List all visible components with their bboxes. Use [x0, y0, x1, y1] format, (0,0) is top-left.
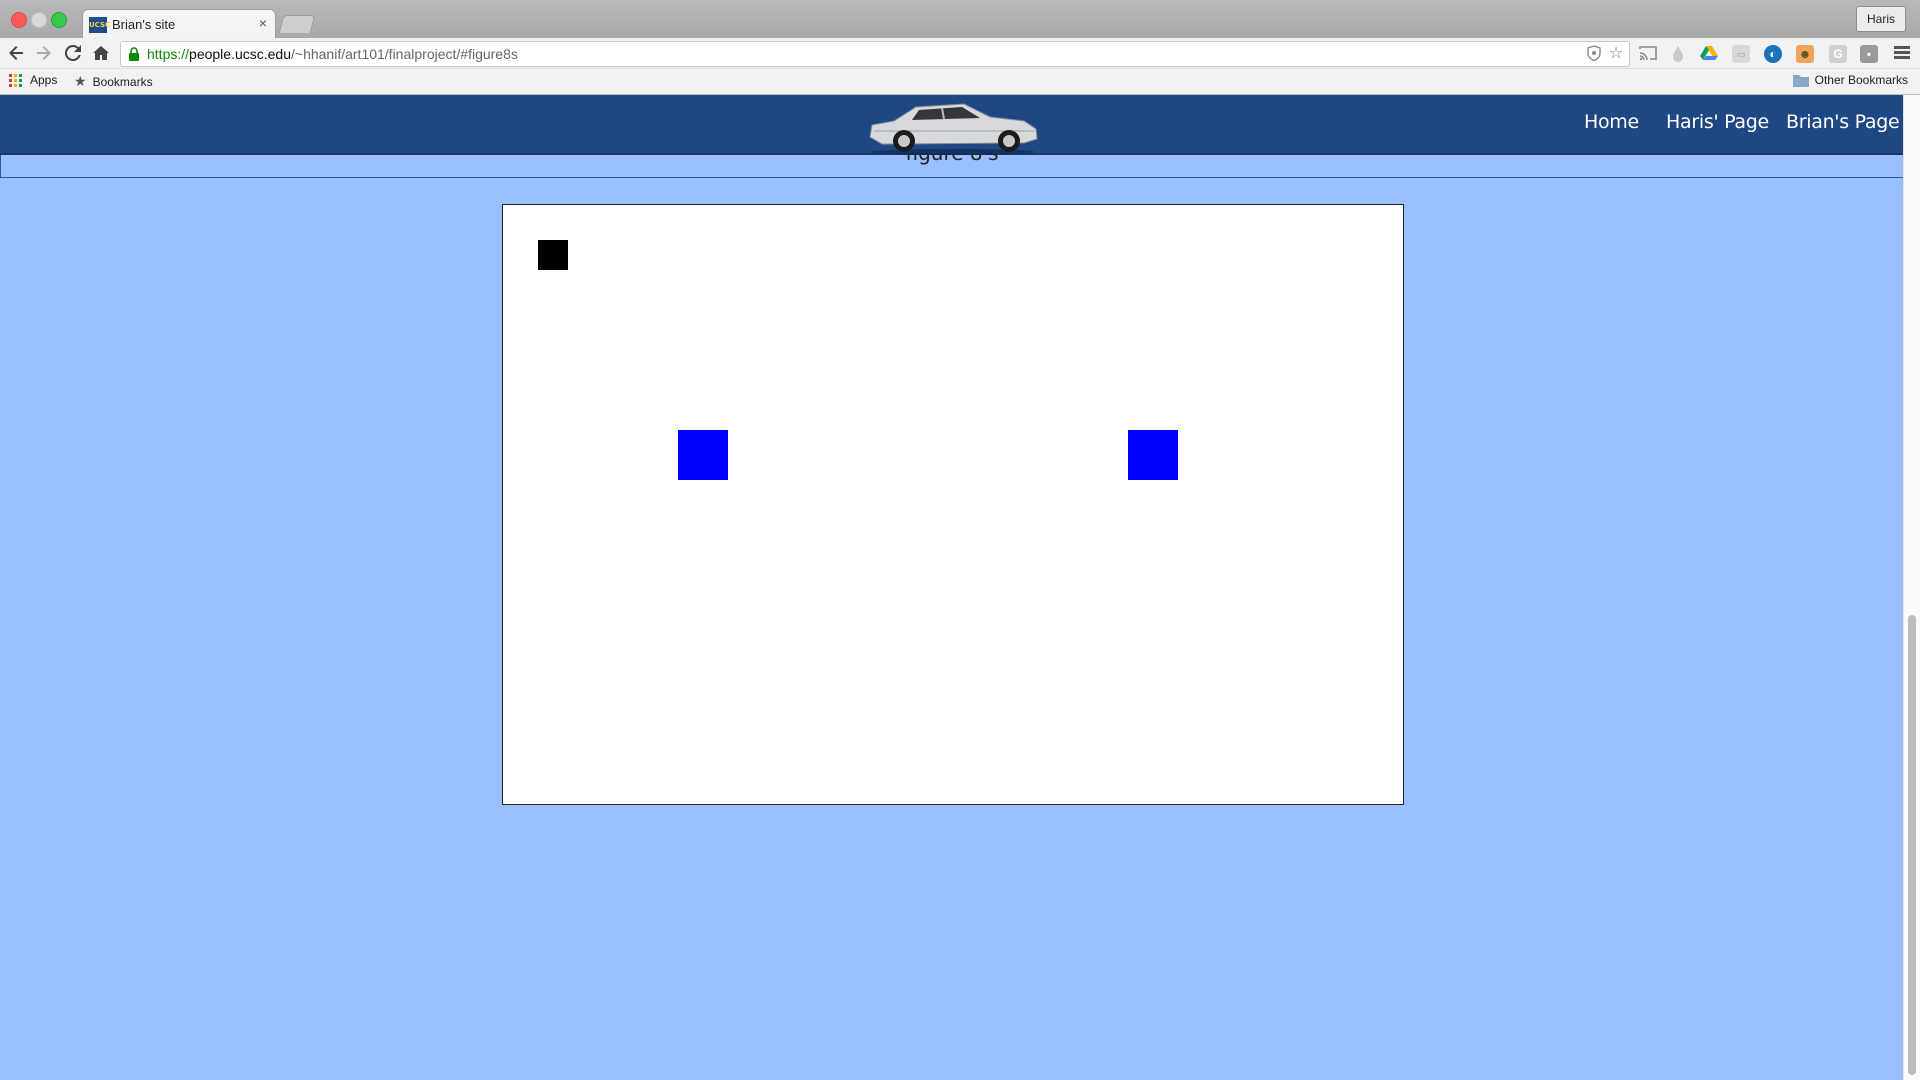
page-scrollbar[interactable] [1903, 95, 1920, 1080]
extension-chat-icon[interactable]: ▪ [1860, 45, 1878, 63]
cast-icon[interactable] [1639, 45, 1657, 63]
menu-icon[interactable] [1894, 44, 1910, 62]
ucsc-favicon-icon: UCSC [89, 17, 110, 33]
page-viewport: figure 8's Home Haris' Page Brian's Page [0, 95, 1920, 1080]
bookmarks-label: Bookmarks [92, 74, 153, 89]
lock-icon [129, 47, 139, 61]
reload-icon[interactable] [61, 41, 85, 65]
car-logo-icon[interactable] [864, 95, 1042, 155]
url-host: people.ucsc.edu [189, 46, 291, 62]
url-path: /~hhanif/art101/finalproject/#figure8s [291, 46, 518, 62]
extension-face-icon[interactable]: ☻ [1796, 45, 1814, 63]
nav-home-link[interactable]: Home [1584, 111, 1639, 133]
folder-icon [1792, 74, 1809, 87]
profile-button[interactable]: Haris [1855, 6, 1906, 32]
shield-icon[interactable] [1585, 45, 1603, 63]
tab-title: Brian's site [112, 17, 176, 32]
extension-globe-icon[interactable]: ◐ [1764, 45, 1782, 63]
tab-brians-site[interactable]: UCSC Brian's site × [82, 9, 276, 39]
browser-tab-strip: UCSC Brian's site × Haris [0, 0, 1920, 39]
forward-icon[interactable] [32, 41, 56, 65]
site-header: Home Haris' Page Brian's Page [0, 95, 1904, 155]
extension-g-icon[interactable]: G [1829, 45, 1847, 63]
apps-bookmark[interactable]: Apps [9, 73, 57, 87]
star-filled-icon: ★ [74, 73, 87, 89]
address-bar[interactable]: https://people.ucsc.edu/~hhanif/art101/f… [120, 41, 1630, 67]
other-bookmarks-folder[interactable]: Other Bookmarks [1792, 73, 1908, 87]
scrollbar-thumb[interactable] [1908, 615, 1916, 1075]
apps-grid-icon [9, 73, 22, 87]
enemy-square-right [1128, 430, 1178, 480]
bookmarks-folder[interactable]: ★ Bookmarks [74, 73, 153, 90]
window-maximize-button[interactable] [51, 12, 67, 28]
home-icon[interactable] [89, 41, 113, 65]
apps-label: Apps [30, 73, 58, 87]
extension-drop-icon[interactable] [1669, 45, 1687, 63]
heading-band: figure 8's [0, 141, 1904, 178]
nav-brians-page-link[interactable]: Brian's Page [1786, 111, 1900, 133]
tab-close-icon[interactable]: × [259, 15, 267, 31]
browser-toolbar: https://people.ucsc.edu/~hhanif/art101/f… [0, 38, 1920, 69]
window-minimize-button[interactable] [31, 12, 47, 28]
other-bookmarks-label: Other Bookmarks [1814, 73, 1908, 87]
bookmarks-bar: Apps ★ Bookmarks Other Bookmarks [0, 69, 1920, 95]
player-square [538, 240, 568, 270]
extension-drive-icon[interactable] [1700, 45, 1718, 63]
url-scheme: https:// [147, 46, 190, 62]
back-icon[interactable] [4, 41, 28, 65]
url-text: https://people.ucsc.edu/~hhanif/art101/f… [147, 46, 518, 62]
extension-image-icon[interactable]: ▭ [1732, 45, 1750, 63]
enemy-square-left [678, 430, 728, 480]
star-icon[interactable]: ☆ [1607, 45, 1625, 63]
new-tab-button[interactable] [278, 15, 316, 33]
nav-haris-page-link[interactable]: Haris' Page [1666, 111, 1769, 133]
window-close-button[interactable] [11, 12, 27, 28]
game-canvas[interactable] [502, 204, 1404, 805]
